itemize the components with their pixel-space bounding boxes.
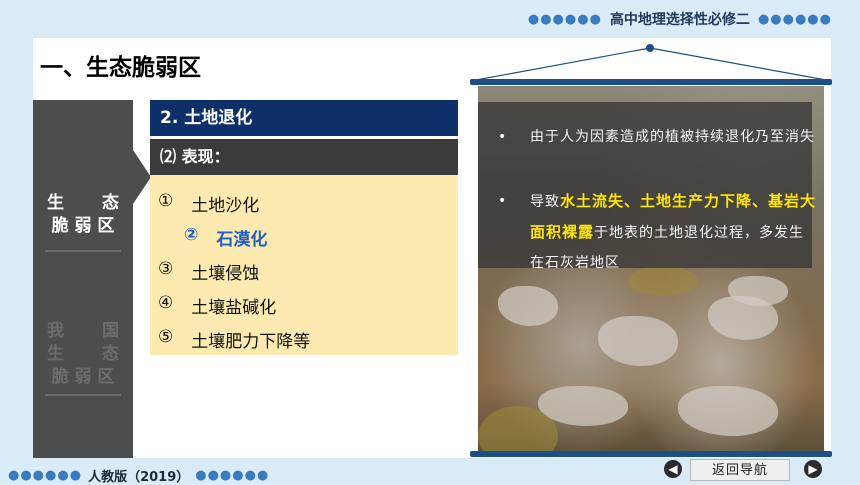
- sidebar-char: 我: [47, 321, 64, 341]
- header: ●●●●●● 高中地理选择性必修二 ●●●●●●: [527, 10, 832, 29]
- sidebar: 生态 脆 弱 区 我国 生态 脆 弱 区: [33, 100, 133, 458]
- list-item-number: ④: [158, 293, 174, 313]
- hanging-string: [475, 44, 827, 81]
- course-title: 高中地理选择性必修二: [609, 12, 750, 28]
- photo-text-overlay: • 由于人为因素造成的植被持续退化乃至消失 • 导致水土流失、土地生产力下降、基…: [478, 102, 815, 271]
- next-page-button[interactable]: ▶: [804, 460, 822, 478]
- footer-dots-left: ●●●●●●: [8, 468, 83, 483]
- edition-label: 人教版（2019）: [88, 470, 190, 485]
- list-item-number: ③: [158, 259, 174, 279]
- sidebar-char: 国: [102, 321, 119, 341]
- bullet-mark: •: [498, 129, 508, 145]
- prev-page-button[interactable]: ◀: [664, 460, 682, 478]
- sidebar-divider: [45, 250, 121, 252]
- back-to-navigation-button[interactable]: 返回导航: [690, 459, 790, 481]
- sidebar-pointer-arrow: [133, 150, 151, 204]
- list-item-text: 土壤盐碱化: [191, 298, 277, 318]
- bullet-text: 由于人为因素造成的植被持续退化乃至消失: [530, 129, 815, 145]
- bullet-mark: •: [498, 193, 508, 209]
- sidebar-divider: [45, 394, 121, 396]
- footer-edition: ●●●●●● 人教版（2019） ●●●●●●: [8, 466, 269, 485]
- sidebar-char: 态: [102, 193, 119, 213]
- list-item-number: ②: [184, 225, 199, 245]
- list-item: ③ 土壤侵蚀: [158, 259, 259, 284]
- sidebar-item-china-eco-fragile[interactable]: 我 国 生 态 脆 弱 区: [33, 320, 133, 389]
- sidebar-char: 生: [47, 193, 64, 213]
- sidebar-item-eco-fragile[interactable]: 生 态 脆 弱 区: [33, 192, 133, 238]
- list-item-highlighted[interactable]: ② 石漠化: [184, 225, 267, 250]
- list-item-number: ⑤: [158, 327, 174, 347]
- photo-rock: [678, 386, 778, 436]
- header-dots-right: ●●●●●●: [757, 11, 832, 27]
- header-dots-left: ●●●●●●: [527, 11, 602, 27]
- sidebar-char: 态: [102, 344, 119, 364]
- sidebar-char: 生: [47, 344, 64, 364]
- list-item: ④ 土壤盐碱化: [158, 293, 276, 318]
- list-item: ① 土地沙化: [158, 191, 259, 216]
- list-item: ⑤ 土壤肥力下降等: [158, 327, 310, 352]
- bullet-text-pre: 导致: [530, 194, 560, 210]
- arrow-right-icon: ▶: [808, 462, 818, 476]
- photo-rock: [598, 316, 678, 366]
- section-subheading: ⑵ 表现：: [150, 139, 458, 175]
- sidebar-label: 脆 弱 区: [51, 367, 115, 387]
- picture-top-rod: [470, 79, 832, 85]
- picture-bottom-rod: [470, 451, 832, 457]
- top-bar: ●●●●●● 高中地理选择性必修二 ●●●●●●: [0, 0, 860, 36]
- section-heading: 2. 土地退化: [150, 100, 458, 136]
- list-item-text: 土壤肥力下降等: [191, 332, 311, 352]
- list-item-text: 石漠化: [216, 230, 268, 250]
- photo-rock: [498, 286, 558, 326]
- karst-rock-photo: • 由于人为因素造成的植被持续退化乃至消失 • 导致水土流失、土地生产力下降、基…: [478, 86, 824, 456]
- footer-dots-right: ●●●●●●: [195, 468, 270, 483]
- manifestation-list: ① 土地沙化 ② 石漠化 ③ 土壤侵蚀 ④ 土壤盐碱化 ⑤ 土壤肥力下降等: [150, 175, 458, 355]
- list-item-text: 土地沙化: [191, 196, 260, 216]
- list-item-text: 土壤侵蚀: [191, 264, 260, 284]
- bullet-text: 导致水土流失、土地生产力下降、基岩大面积裸露于地表的土地退化过程，多发生在石灰岩…: [530, 186, 816, 278]
- arrow-left-icon: ◀: [668, 462, 678, 476]
- list-item-number: ①: [158, 191, 174, 211]
- sidebar-label: 脆 弱 区: [51, 216, 115, 236]
- page-title: 一、生态脆弱区: [40, 55, 201, 81]
